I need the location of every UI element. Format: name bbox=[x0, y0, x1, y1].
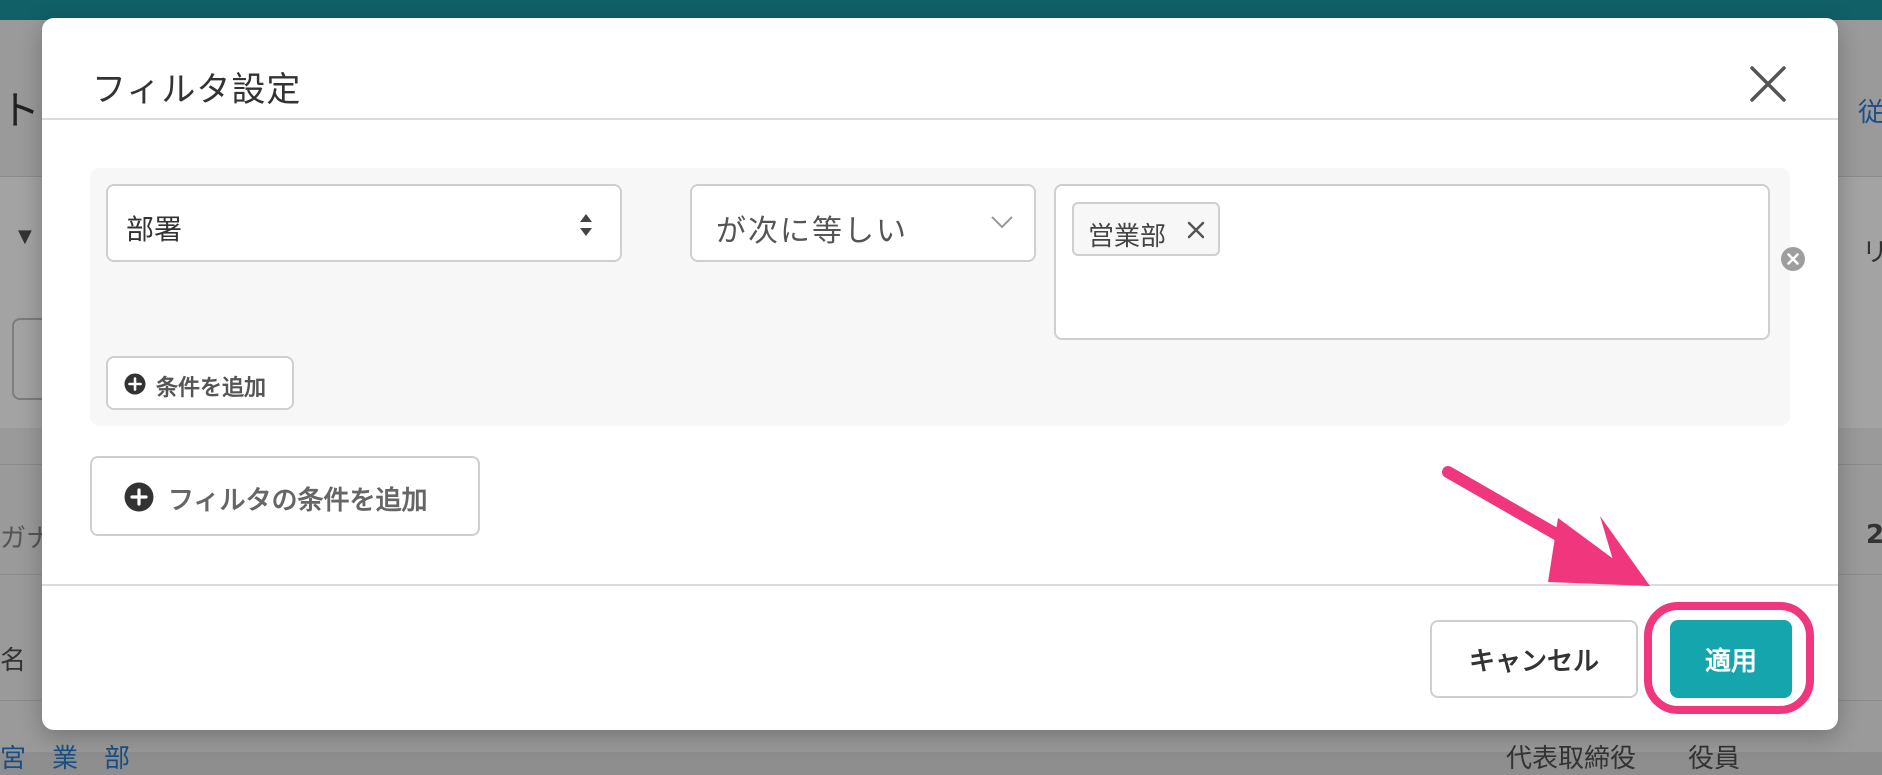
background-heading: ト bbox=[0, 88, 40, 134]
value-tag-label: 営業部 bbox=[1088, 222, 1167, 252]
value-tags-input[interactable]: 営業部 bbox=[1054, 184, 1770, 340]
background-link[interactable]: 従 bbox=[1858, 92, 1882, 129]
background-row-department[interactable]: 宮 業 部 bbox=[0, 738, 130, 775]
modal-title: フィルタ設定 bbox=[92, 70, 302, 110]
apply-button[interactable]: 適用 bbox=[1670, 620, 1792, 698]
add-condition-label: 条件を追加 bbox=[156, 376, 267, 401]
add-filter-condition-label: フィルタの条件を追加 bbox=[168, 486, 428, 516]
add-condition-button[interactable]: 条件を追加 bbox=[106, 356, 294, 410]
sort-updown-icon bbox=[580, 214, 592, 236]
filter-settings-modal: フィルタ設定 部署 が次に等しい 営業部 条件を追加 フィルタの条件を追加 キャ… bbox=[42, 18, 1838, 730]
add-filter-condition-button[interactable]: フィルタの条件を追加 bbox=[90, 456, 480, 536]
field-select[interactable]: 部署 bbox=[106, 184, 622, 262]
operator-select[interactable]: が次に等しい bbox=[690, 184, 1036, 262]
chevron-down-icon bbox=[991, 216, 1013, 229]
background-count: 2 bbox=[1866, 520, 1882, 550]
app-topbar bbox=[0, 0, 1882, 20]
plus-circle-icon bbox=[124, 373, 146, 395]
close-icon[interactable] bbox=[1746, 62, 1790, 106]
background-row-title: 代表取締役 役員 bbox=[1506, 744, 1741, 774]
condition-group: 部署 が次に等しい 営業部 条件を追加 bbox=[90, 168, 1805, 426]
operator-select-value: が次に等しい bbox=[716, 214, 908, 249]
background-right-label: リ bbox=[1862, 238, 1882, 268]
footer-divider bbox=[42, 584, 1838, 586]
cancel-button[interactable]: キャンセル bbox=[1430, 620, 1638, 698]
value-tag: 営業部 bbox=[1072, 202, 1220, 256]
header-divider bbox=[42, 118, 1838, 120]
plus-circle-icon bbox=[124, 482, 154, 512]
remove-condition-icon[interactable] bbox=[1780, 246, 1806, 272]
remove-tag-icon[interactable] bbox=[1186, 220, 1206, 240]
caret-down-icon[interactable]: ▼ bbox=[18, 226, 32, 247]
field-select-value: 部署 bbox=[126, 213, 183, 246]
background-row-text: 名 bbox=[0, 646, 27, 676]
